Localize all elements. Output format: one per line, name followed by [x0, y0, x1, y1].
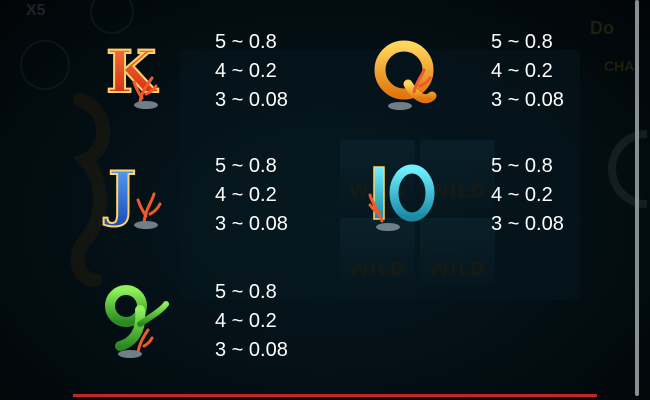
payout-4: 4 ~ 0.2: [215, 60, 277, 82]
payout-3: 3 ~ 0.08: [491, 89, 564, 111]
payout-5: 5 ~ 0.8: [215, 281, 277, 303]
scrollbar-thumb[interactable]: [635, 0, 639, 396]
paytable-screen: X5 WILD WILD WILD WILD Do CHA: [0, 0, 650, 400]
letter-k-icon: K: [105, 37, 160, 109]
paytable: K 5 ~ 0.8 4 ~ 0.2 3 ~ 0.08 5 ~ 0.8 4 ~ 0…: [0, 0, 650, 400]
bottom-divider: [73, 394, 597, 397]
payout-5: 5 ~ 0.8: [215, 31, 277, 53]
svg-text:K: K: [106, 38, 159, 106]
letter-j-icon: J: [102, 158, 162, 230]
payout-5: 5 ~ 0.8: [491, 155, 553, 177]
payout-3: 3 ~ 0.08: [215, 339, 288, 361]
number-9-icon: [105, 285, 169, 358]
payout-4: 4 ~ 0.2: [215, 310, 277, 332]
payout-3: 3 ~ 0.08: [215, 89, 288, 111]
payout-3: 3 ~ 0.08: [215, 213, 288, 235]
payout-5: 5 ~ 0.8: [215, 155, 277, 177]
payout-4: 4 ~ 0.2: [215, 184, 277, 206]
payout-4: 4 ~ 0.2: [491, 184, 553, 206]
payout-5: 5 ~ 0.8: [491, 31, 553, 53]
payout-3: 3 ~ 0.08: [491, 213, 564, 235]
number-10-icon: [368, 164, 435, 231]
payout-4: 4 ~ 0.2: [491, 60, 553, 82]
letter-q-icon: [374, 40, 437, 110]
svg-text:J: J: [103, 159, 136, 229]
